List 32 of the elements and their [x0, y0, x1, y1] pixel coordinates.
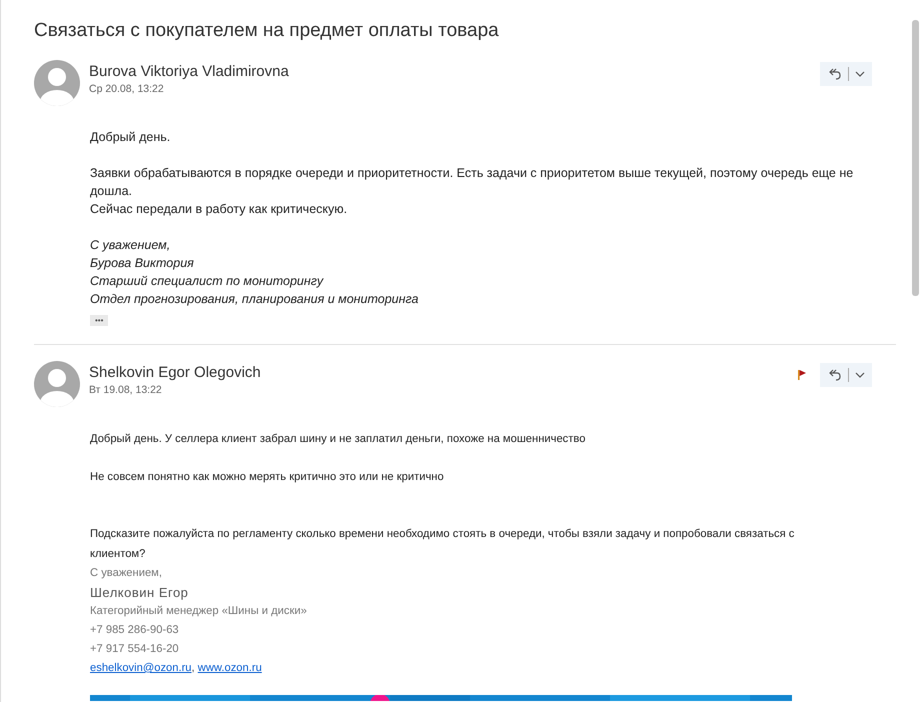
- reply-all-icon[interactable]: [828, 67, 842, 81]
- email-subject: Связаться с покупателем на предмет оплаты товара: [34, 20, 500, 42]
- avatar-icon: [34, 361, 80, 407]
- signature-line: Бурова Виктория: [90, 255, 195, 272]
- message-text: Заявки обрабатываются в порядке очереди и приоритетности. Есть задачи с приоритетом выше текущей, поэтому очередь еще не дошла.: [90, 165, 854, 200]
- show-more-button[interactable]: •••: [90, 315, 108, 326]
- chevron-down-icon[interactable]: [855, 71, 865, 77]
- signature-line: Отдел прогнозирования, планирования и мониторинга: [90, 291, 420, 308]
- signature-line: С уважением,: [90, 237, 172, 254]
- signature-line: С уважением,: [90, 566, 163, 581]
- reply-all-icon[interactable]: [828, 368, 842, 382]
- link[interactable]: www.ozon.ru: [198, 662, 262, 674]
- message-date: Ср 20.08, 13:22: [89, 83, 165, 95]
- sender-name: Burova Viktoriya Vladimirovna: [89, 63, 290, 80]
- message-text: Добрый день.: [90, 129, 172, 146]
- message-text: Добрый день. У селлера клиент забрал шину и не заплатил деньги, похоже на мошенничество: [90, 432, 586, 447]
- scrollbar-thumb[interactable]: [912, 20, 919, 296]
- separator-text: ,: [192, 662, 196, 674]
- signature-line: Старший специалист по мониторингу: [90, 273, 324, 290]
- message-text: Подсказите пожалуйста по регламенту сколько времени необходимо стоять в очереди, чтобы взяли задачу и попробовали связаться с клиентом?: [90, 527, 796, 562]
- flag-icon[interactable]: [798, 370, 806, 380]
- message-text: Сейчас передали в работу как критическую.: [90, 201, 348, 218]
- chevron-down-icon[interactable]: [855, 372, 865, 378]
- signature-name: Шелковин Егор: [90, 584, 190, 602]
- signature-line: +7 985 286-90-63: [90, 623, 180, 638]
- sender-name: Shelkovin Egor Olegovich: [89, 364, 262, 381]
- signature-line: Категорийный менеджер «Шины и диски»: [90, 604, 308, 619]
- signature-line: +7 917 554-16-20: [90, 642, 180, 657]
- message-date: Вт 19.08, 13:22: [89, 384, 163, 396]
- avatar-icon: [34, 60, 80, 106]
- link[interactable]: eshelkovin@ozon.ru: [90, 662, 192, 674]
- message-text: Не совсем понятно как можно мерять критично это или не критично: [90, 470, 445, 485]
